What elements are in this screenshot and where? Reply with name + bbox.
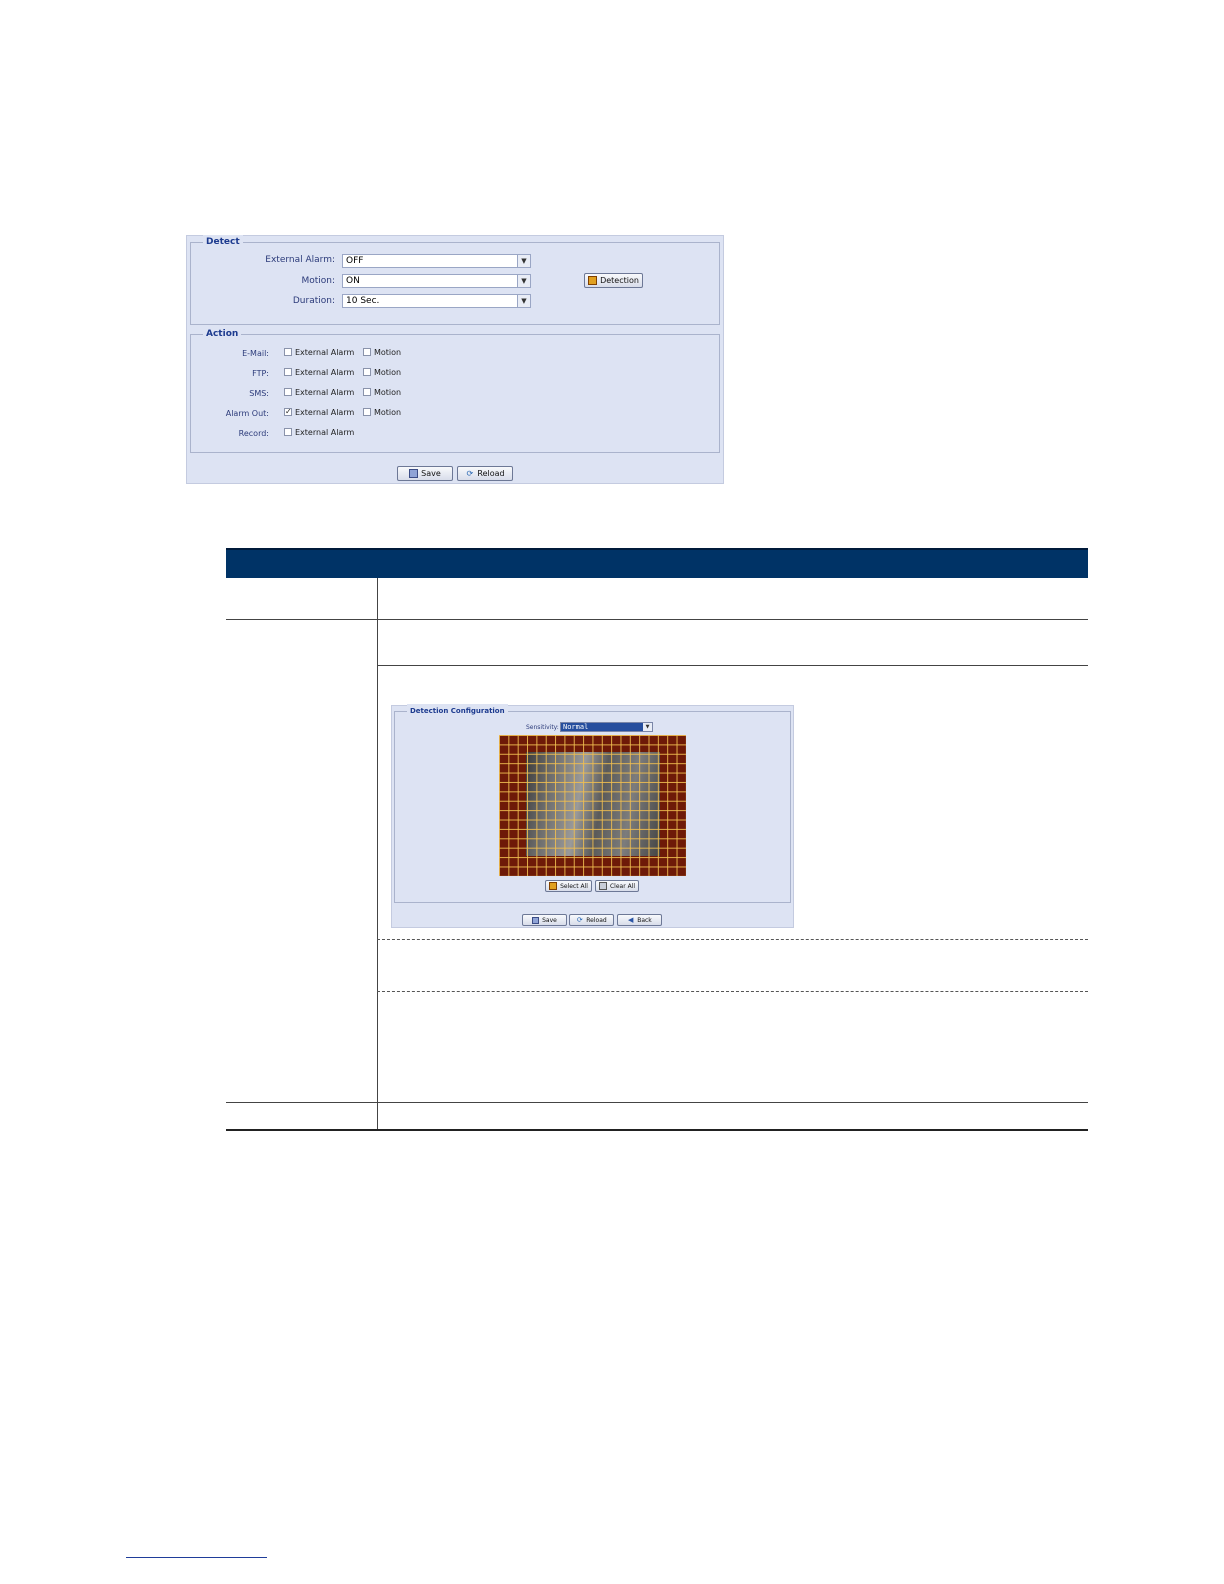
email-motion-label: Motion	[374, 348, 402, 357]
ftp-motion-checkbox[interactable]	[363, 368, 371, 376]
row-divider	[377, 665, 1088, 666]
duration-label: Duration:	[292, 296, 335, 306]
check-icon: ✓	[285, 407, 292, 416]
detect-legend: Detect	[203, 235, 243, 249]
reload-button[interactable]: ⟳ Reload	[457, 466, 513, 481]
chevron-down-icon[interactable]: ▼	[517, 275, 530, 287]
motion-label: Motion:	[301, 276, 335, 286]
email-external-alarm-label: External Alarm	[295, 348, 355, 357]
motion-select[interactable]: ON ▼	[342, 274, 531, 288]
ftp-external-alarm-checkbox[interactable]	[284, 368, 292, 376]
floppy-disk-icon	[409, 469, 419, 478]
refresh-icon: ⟳	[466, 469, 474, 478]
record-label: Record:	[238, 429, 269, 438]
alarm-out-motion-checkbox[interactable]	[363, 408, 371, 416]
motion-detection-grid[interactable]	[499, 735, 686, 876]
detection-button[interactable]: Detection	[584, 273, 643, 288]
column-divider	[377, 578, 378, 1130]
back-arrow-icon: ◀	[628, 915, 634, 924]
ftp-label: FTP:	[252, 369, 269, 378]
email-label: E-Mail:	[242, 349, 269, 358]
sms-motion-checkbox[interactable]	[363, 388, 371, 396]
chevron-down-icon[interactable]: ▼	[643, 723, 652, 731]
row-divider	[226, 1102, 1088, 1103]
table-header	[226, 548, 1088, 578]
email-motion-checkbox[interactable]	[363, 348, 371, 356]
motion-value: ON	[346, 276, 360, 286]
action-legend: Action	[203, 327, 242, 341]
alarm-out-external-alarm-label: External Alarm	[295, 408, 355, 417]
duration-select[interactable]: 10 Sec. ▼	[342, 294, 531, 308]
detection-configuration-panel: Detection Configuration Sensitivity: Nor…	[391, 704, 794, 928]
save-button-label: Save	[421, 469, 441, 478]
alarm-out-label: Alarm Out:	[225, 409, 269, 418]
email-external-alarm-checkbox[interactable]	[284, 348, 292, 356]
table-bottom-border	[226, 1129, 1088, 1131]
duration-value: 10 Sec.	[346, 296, 380, 306]
action-fieldset: Action	[190, 327, 720, 453]
sensitivity-value: Normal	[563, 723, 589, 731]
save-button[interactable]: Save	[397, 466, 453, 481]
detection-configuration-legend: Detection Configuration	[407, 704, 508, 718]
ftp-motion-label: Motion	[374, 368, 402, 377]
clear-all-label: Clear All	[609, 882, 636, 890]
sms-motion-label: Motion	[374, 388, 402, 397]
reload-button[interactable]: ⟳ Reload	[569, 914, 614, 926]
external-alarm-label: External Alarm:	[265, 255, 335, 265]
reload-button-label: Reload	[477, 469, 505, 478]
back-button[interactable]: ◀ Back	[617, 914, 662, 926]
select-grid-icon	[549, 882, 558, 890]
record-external-alarm-label: External Alarm	[295, 428, 355, 437]
alarm-out-motion-label: Motion	[374, 408, 402, 417]
chevron-down-icon[interactable]: ▼	[517, 255, 530, 267]
grid-icon	[588, 276, 598, 285]
grid-cells[interactable]	[499, 735, 686, 876]
row-divider-dashed	[377, 939, 1088, 940]
chevron-down-icon[interactable]: ▼	[517, 295, 530, 307]
ftp-external-alarm-label: External Alarm	[295, 368, 355, 377]
sensitivity-label: Sensitivity:	[526, 724, 559, 731]
save-button[interactable]: Save	[522, 914, 567, 926]
save-button-label: Save	[542, 916, 557, 924]
floppy-disk-icon	[532, 916, 540, 924]
reload-button-label: Reload	[586, 916, 607, 924]
detection-button-label: Detection	[600, 276, 639, 285]
clear-grid-icon	[598, 882, 607, 890]
row-divider-dashed	[377, 991, 1088, 992]
clear-all-button[interactable]: Clear All	[595, 880, 639, 892]
external-alarm-select[interactable]: OFF ▼	[342, 254, 531, 268]
row-divider	[226, 619, 1088, 620]
refresh-icon: ⟳	[576, 915, 583, 924]
sms-label: SMS:	[249, 389, 269, 398]
select-all-button[interactable]: Select All	[545, 880, 592, 892]
sms-external-alarm-label: External Alarm	[295, 388, 355, 397]
sensitivity-select[interactable]: Normal ▼	[560, 722, 653, 732]
external-alarm-value: OFF	[346, 256, 364, 266]
record-external-alarm-checkbox[interactable]	[284, 428, 292, 436]
alarm-settings-panel: Detect External Alarm: OFF ▼ Motion: ON …	[186, 235, 724, 484]
footnote-rule	[126, 1557, 267, 1558]
sms-external-alarm-checkbox[interactable]	[284, 388, 292, 396]
back-button-label: Back	[637, 916, 652, 924]
alarm-out-external-alarm-checkbox[interactable]: ✓	[284, 408, 292, 416]
select-all-label: Select All	[560, 882, 588, 890]
